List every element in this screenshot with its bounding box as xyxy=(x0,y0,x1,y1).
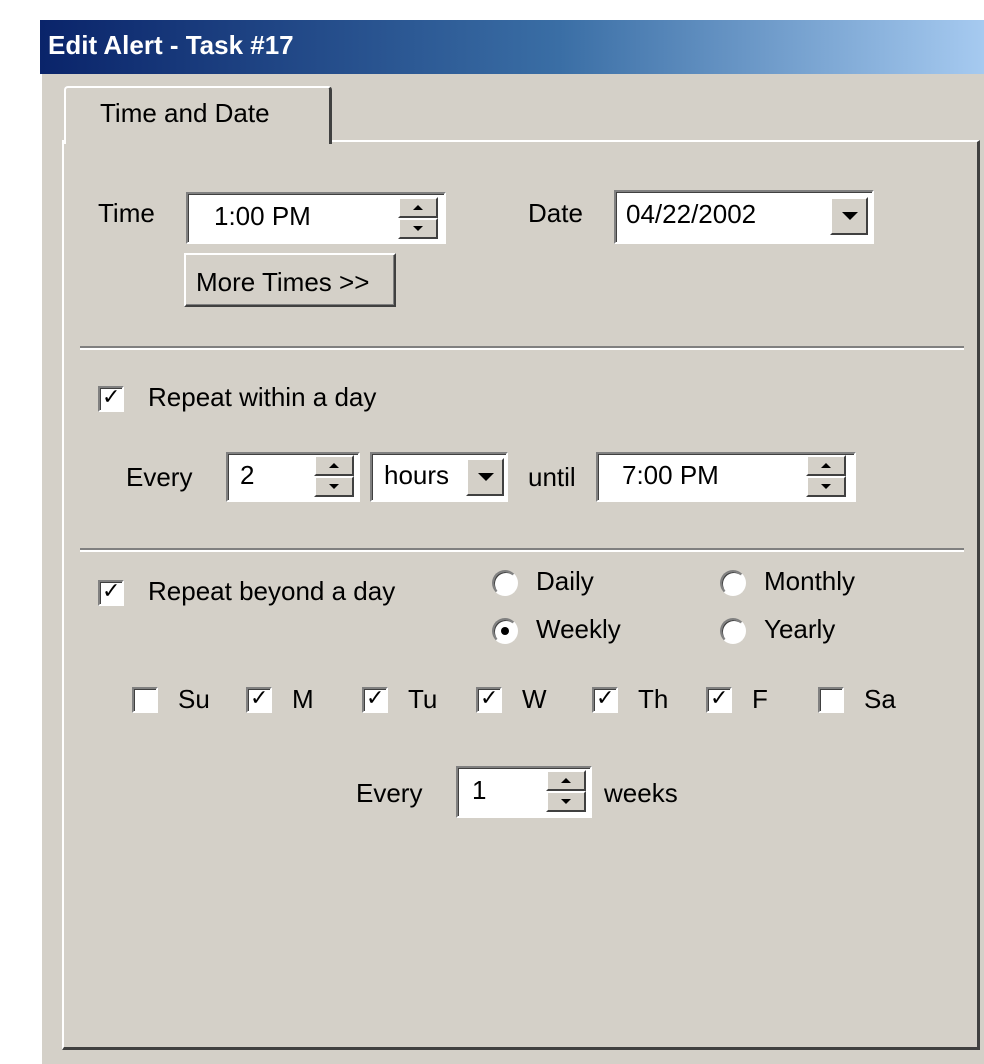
until-value: 7:00 PM xyxy=(622,460,719,490)
more-times-button[interactable]: More Times >> xyxy=(184,253,396,307)
date-label: Date xyxy=(528,198,583,228)
tab-time-and-date[interactable]: Time and Date xyxy=(64,86,332,144)
tab-label: Time and Date xyxy=(100,98,270,128)
spin-up-button[interactable] xyxy=(546,770,586,791)
spin-up-icon xyxy=(561,778,571,783)
day-label-su: Su xyxy=(178,684,210,714)
check-icon: ✓ xyxy=(250,685,269,710)
unit-value: hours xyxy=(384,460,450,490)
time-spinner[interactable] xyxy=(398,197,438,239)
check-icon: ✓ xyxy=(596,685,615,710)
time-value: 1:00 PM xyxy=(214,201,311,231)
unit-dropdown-button[interactable] xyxy=(466,458,504,496)
radio-daily[interactable] xyxy=(492,570,518,596)
day-label-sa: Sa xyxy=(864,684,896,714)
weeks-value: 1 xyxy=(472,775,487,805)
day-checkbox-sa[interactable] xyxy=(818,687,844,713)
spin-up-button[interactable] xyxy=(398,197,438,218)
more-times-label: More Times >> xyxy=(196,267,370,297)
date-dropdown-button[interactable] xyxy=(830,197,868,235)
repeat-within-day-label: Repeat within a day xyxy=(148,382,377,412)
day-checkbox-m[interactable]: ✓ xyxy=(246,685,272,713)
spin-down-icon xyxy=(413,226,423,231)
weeks-spinner[interactable] xyxy=(546,770,586,812)
until-label: until xyxy=(528,462,576,492)
day-checkbox-su[interactable] xyxy=(132,687,158,713)
day-label-th: Th xyxy=(638,684,669,714)
spin-down-icon xyxy=(821,484,831,489)
date-dropdown[interactable]: 04/22/2002 xyxy=(614,190,874,244)
day-label-w: W xyxy=(522,684,547,714)
radio-weekly[interactable] xyxy=(492,618,518,644)
radio-weekly-label: Weekly xyxy=(536,614,621,644)
check-icon: ✓ xyxy=(102,384,121,409)
day-checkbox-tu[interactable]: ✓ xyxy=(362,685,388,713)
spin-down-button[interactable] xyxy=(546,791,586,812)
spin-up-icon xyxy=(821,463,831,468)
spin-down-icon xyxy=(329,484,339,489)
time-label: Time xyxy=(98,198,155,228)
interval-value: 2 xyxy=(240,460,255,490)
day-label-m: M xyxy=(292,684,314,714)
spin-down-icon xyxy=(561,799,571,804)
interval-spinner[interactable] xyxy=(314,455,354,497)
chevron-down-icon xyxy=(842,212,858,220)
day-label-tu: Tu xyxy=(408,684,438,714)
radio-daily-label: Daily xyxy=(536,566,594,596)
spin-up-button[interactable] xyxy=(314,455,354,476)
repeat-beyond-day-label: Repeat beyond a day xyxy=(148,576,396,606)
day-checkbox-f[interactable]: ✓ xyxy=(706,685,732,713)
day-checkbox-w[interactable]: ✓ xyxy=(476,685,502,713)
radio-selected-dot xyxy=(501,627,509,635)
radio-monthly-label: Monthly xyxy=(764,566,856,596)
spin-down-button[interactable] xyxy=(806,476,846,497)
check-icon: ✓ xyxy=(710,685,729,710)
repeat-beyond-day-checkbox[interactable]: ✓ xyxy=(98,578,124,606)
day-label-f: F xyxy=(752,684,768,714)
spin-down-button[interactable] xyxy=(314,476,354,497)
check-icon: ✓ xyxy=(480,685,499,710)
spin-up-icon xyxy=(329,463,339,468)
check-icon: ✓ xyxy=(102,578,121,603)
radio-yearly[interactable] xyxy=(720,618,746,644)
weeks-unit-label: weeks xyxy=(604,778,678,808)
spin-down-button[interactable] xyxy=(398,218,438,239)
until-spinner[interactable] xyxy=(806,455,846,497)
unit-dropdown[interactable]: hours xyxy=(370,452,508,502)
spin-up-button[interactable] xyxy=(806,455,846,476)
check-icon: ✓ xyxy=(366,685,385,710)
every-label: Every xyxy=(126,462,193,492)
title-bar[interactable]: Edit Alert - Task #17 xyxy=(40,20,984,74)
separator xyxy=(80,346,964,350)
repeat-within-day-checkbox[interactable]: ✓ xyxy=(98,384,124,412)
separator xyxy=(80,548,964,552)
radio-yearly-label: Yearly xyxy=(764,614,836,644)
window-title: Edit Alert - Task #17 xyxy=(48,30,294,60)
radio-monthly[interactable] xyxy=(720,570,746,596)
day-checkbox-th[interactable]: ✓ xyxy=(592,685,618,713)
every-weeks-label: Every xyxy=(356,778,423,808)
spin-up-icon xyxy=(413,205,423,210)
chevron-down-icon xyxy=(478,473,494,481)
date-value: 04/22/2002 xyxy=(626,199,757,229)
